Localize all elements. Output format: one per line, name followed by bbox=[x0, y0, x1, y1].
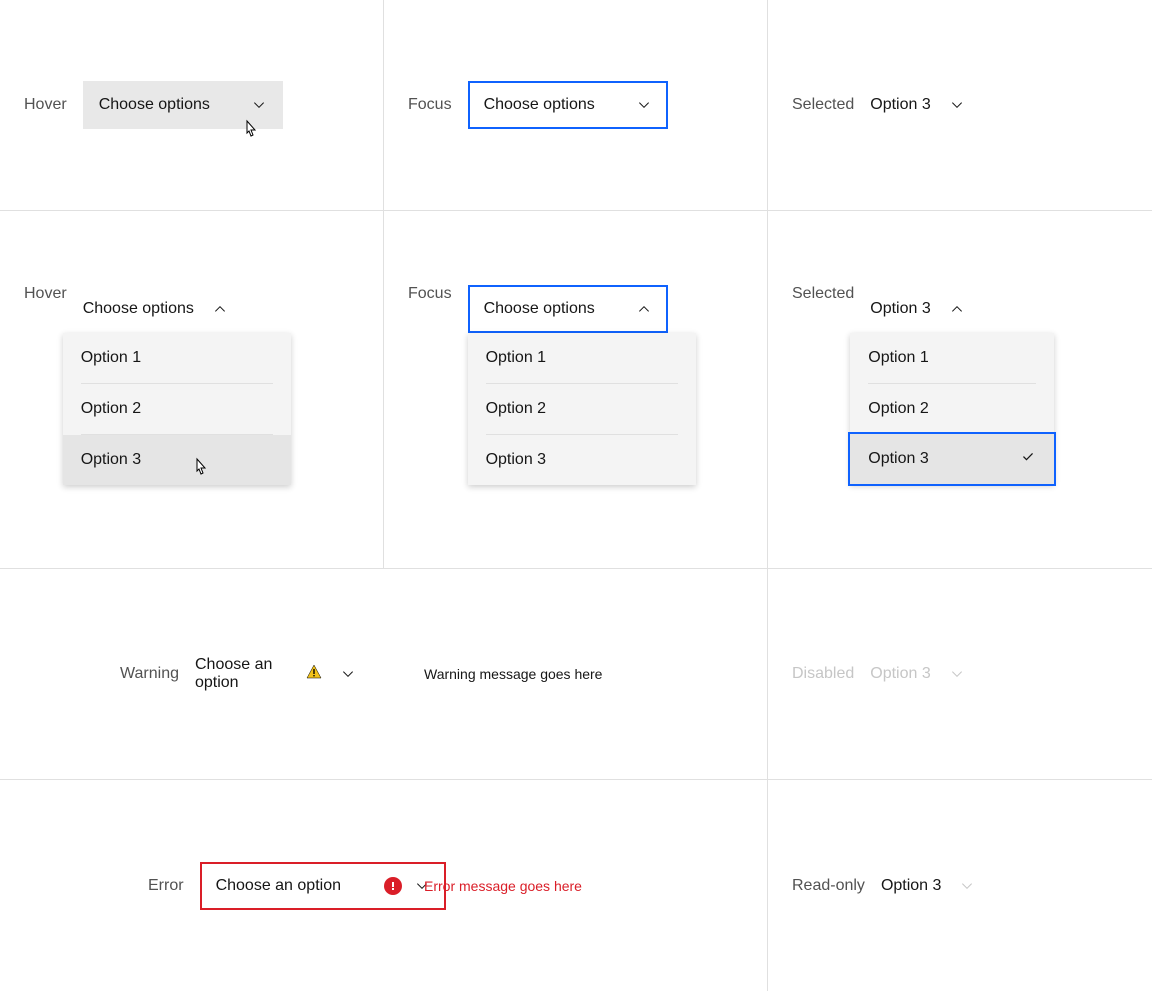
chevron-down-icon bbox=[636, 97, 652, 113]
menu-item-option-3[interactable]: Option 3 bbox=[63, 435, 291, 485]
dropdown-selected-value: Option 3 bbox=[881, 877, 941, 895]
cell-selected-closed: Selected Option 3 bbox=[768, 0, 1152, 211]
state-label-readonly: Read-only bbox=[792, 877, 865, 895]
cell-error: Error Choose an option bbox=[0, 780, 384, 991]
state-label-warning: Warning bbox=[120, 665, 179, 683]
cell-hover-open: Hover Choose options Option 1 Option 2 O… bbox=[0, 211, 384, 569]
dropdown-selected-value: Option 3 bbox=[870, 300, 930, 318]
cell-focus-closed: Focus Choose options bbox=[384, 0, 768, 211]
dropdown-selected-value: Option 3 bbox=[870, 96, 930, 114]
menu-item-option-1[interactable]: Option 1 bbox=[63, 333, 291, 383]
cursor-pointer-icon bbox=[191, 457, 211, 481]
error-message: Error message goes here bbox=[424, 878, 582, 894]
chevron-up-icon bbox=[212, 301, 228, 317]
dropdown-selected-value: Option 3 bbox=[870, 665, 930, 683]
chevron-down-icon bbox=[959, 878, 975, 894]
dropdown-placeholder: Choose options bbox=[484, 96, 595, 114]
cell-focus-open: Focus Choose options Option 1 Option 2 O… bbox=[384, 211, 768, 569]
menu-item-option-3-selected[interactable]: Option 3 bbox=[850, 434, 1054, 484]
dropdown-placeholder: Choose options bbox=[99, 96, 210, 114]
state-label-disabled: Disabled bbox=[792, 665, 854, 683]
chevron-down-icon bbox=[949, 666, 965, 682]
cell-warning: Warning Choose an option bbox=[0, 569, 384, 780]
dropdown-disabled: Option 3 bbox=[870, 650, 968, 698]
dropdown-focus-closed[interactable]: Choose options bbox=[468, 81, 668, 129]
state-label-focus: Focus bbox=[408, 96, 452, 114]
menu-item-option-2[interactable]: Option 2 bbox=[468, 384, 696, 434]
menu-item-option-1[interactable]: Option 1 bbox=[468, 333, 696, 383]
dropdown-warning[interactable]: Choose an option bbox=[195, 650, 360, 698]
chevron-up-icon bbox=[949, 301, 965, 317]
menu-item-option-1[interactable]: Option 1 bbox=[850, 333, 1054, 383]
state-label-error: Error bbox=[148, 877, 184, 895]
cell-error-message: Error message goes here bbox=[384, 780, 768, 991]
dropdown-menu-focus: Option 1 Option 2 Option 3 bbox=[468, 333, 696, 485]
cell-disabled: Disabled Option 3 bbox=[768, 569, 1152, 780]
state-label-focus: Focus bbox=[408, 285, 452, 303]
menu-item-option-2[interactable]: Option 2 bbox=[850, 384, 1054, 434]
chevron-down-icon bbox=[340, 666, 356, 682]
checkmark-icon bbox=[1020, 449, 1036, 470]
warning-message: Warning message goes here bbox=[424, 666, 602, 682]
menu-item-option-2[interactable]: Option 2 bbox=[63, 384, 291, 434]
cell-hover-closed: Hover Choose options bbox=[0, 0, 384, 211]
dropdown-menu-hover: Option 1 Option 2 Option 3 bbox=[63, 333, 291, 485]
warning-icon bbox=[306, 664, 322, 685]
cell-warning-message: Warning message goes here bbox=[384, 569, 768, 780]
state-label-selected: Selected bbox=[792, 96, 854, 114]
cell-selected-open: Selected Option 3 Option 1 Option 2 Opti… bbox=[768, 211, 1152, 569]
state-label-selected: Selected bbox=[792, 285, 854, 303]
dropdown-selected-closed[interactable]: Option 3 bbox=[870, 81, 968, 129]
menu-item-option-3[interactable]: Option 3 bbox=[468, 435, 696, 485]
chevron-down-icon bbox=[251, 97, 267, 113]
dropdown-readonly: Option 3 bbox=[881, 862, 979, 910]
chevron-down-icon bbox=[949, 97, 965, 113]
dropdown-placeholder: Choose an option bbox=[195, 656, 288, 692]
cell-readonly: Read-only Option 3 bbox=[768, 780, 1152, 991]
dropdown-selected-open[interactable]: Option 3 bbox=[870, 285, 968, 333]
state-label-hover: Hover bbox=[24, 96, 67, 114]
dropdown-placeholder: Choose an option bbox=[216, 877, 341, 895]
cursor-pointer-icon bbox=[241, 119, 261, 143]
dropdown-hover-open[interactable]: Choose options bbox=[83, 285, 232, 333]
dropdown-placeholder: Choose options bbox=[83, 300, 194, 318]
dropdown-menu-selected: Option 1 Option 2 Option 3 bbox=[850, 333, 1054, 484]
dropdown-placeholder: Choose options bbox=[484, 300, 595, 318]
dropdown-focus-open[interactable]: Choose options bbox=[468, 285, 668, 333]
state-label-hover: Hover bbox=[24, 285, 67, 303]
chevron-up-icon bbox=[636, 301, 652, 317]
